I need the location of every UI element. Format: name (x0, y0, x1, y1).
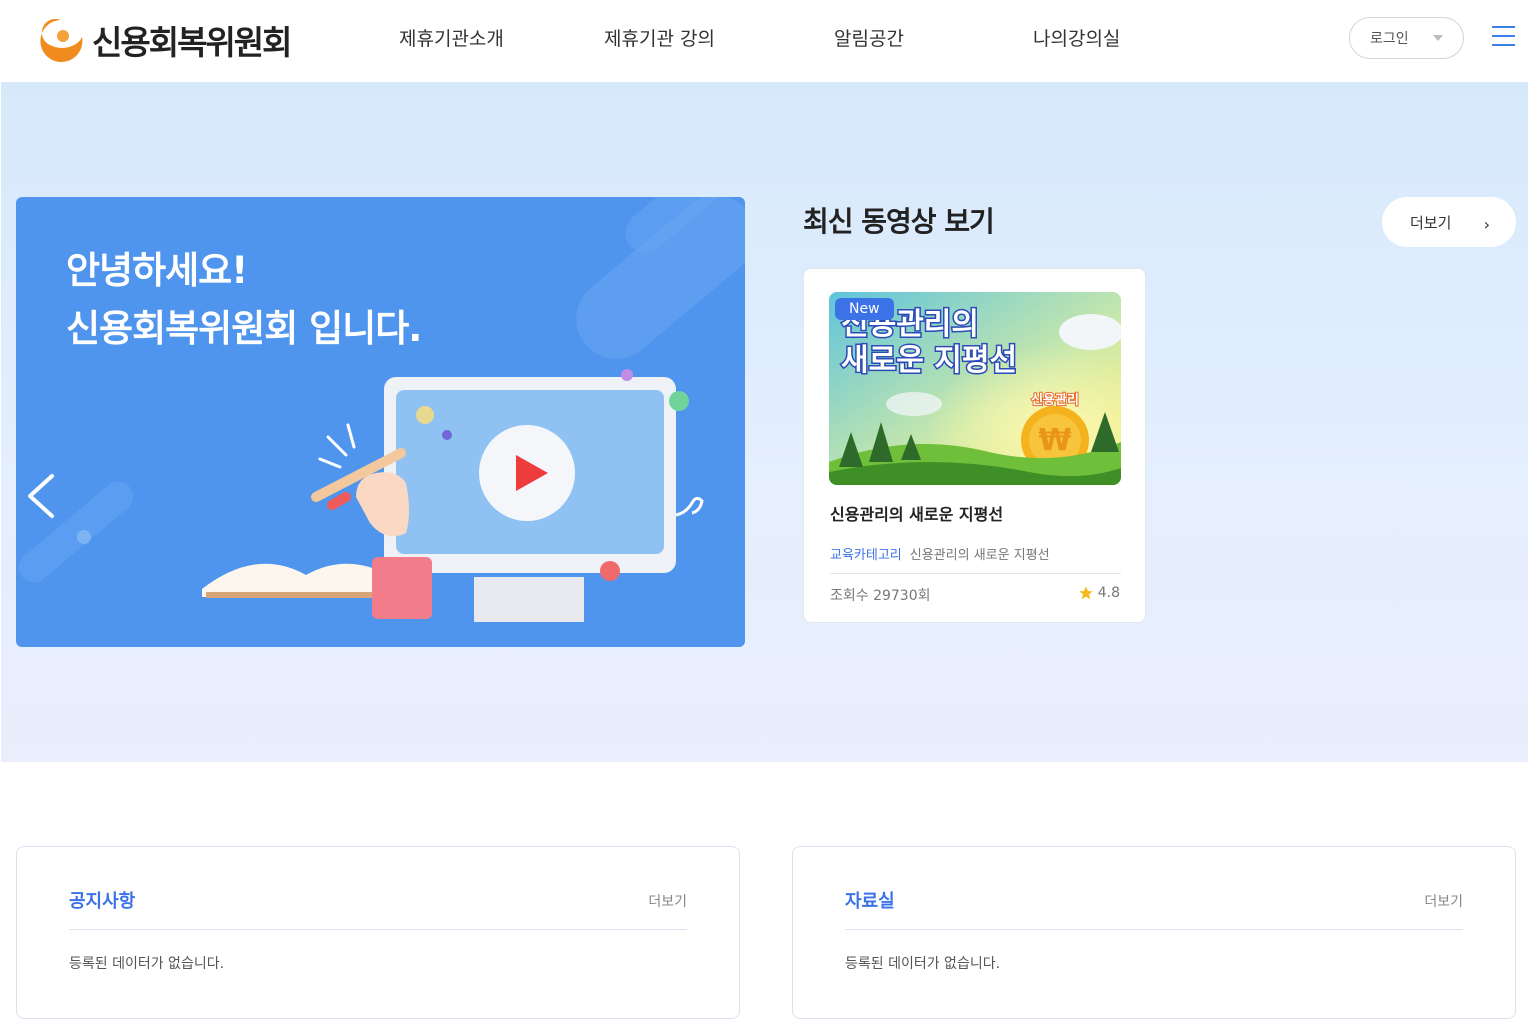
site-logo[interactable]: 신용회복위원회 (36, 14, 293, 66)
notice-board-title[interactable]: 공지사항 (69, 887, 135, 913)
board-divider (845, 929, 1463, 930)
nav-item-my-classroom[interactable]: 나의강의실 (1033, 24, 1120, 51)
nav-item-partner-intro[interactable]: 제휴기관소개 (399, 24, 504, 51)
archive-more-link[interactable]: 더보기 (1424, 891, 1463, 911)
latest-videos-title: 최신 동영상 보기 (803, 205, 995, 238)
chevron-left-icon[interactable] (24, 472, 58, 520)
video-category-sub: 신용관리의 새로운 지평선 (909, 548, 1050, 563)
caret-down-icon (1433, 35, 1443, 41)
new-badge: New (835, 298, 894, 320)
login-select[interactable]: 로그인 (1349, 17, 1464, 59)
banner-line-2: 신용회복위원회 입니다. (66, 307, 422, 350)
video-title[interactable]: 신용관리의 새로운 지평선 (830, 501, 1003, 525)
video-meta: 교육카테고리 신용관리의 새로운 지평선 (830, 544, 1050, 563)
archive-board: 자료실 더보기 등록된 데이터가 없습니다. (792, 846, 1516, 1019)
notice-more-link[interactable]: 더보기 (648, 891, 687, 911)
video-rating: 4.8 (1078, 585, 1120, 601)
video-card[interactable]: ₩ 신용관리의 새로운 지평선 신용관리 New 신용관리의 새로운 지평선 교… (803, 268, 1146, 623)
thumb-title-line-2: 새로운 지평선 (841, 343, 1017, 378)
notice-board: 공지사항 더보기 등록된 데이터가 없습니다. (16, 846, 740, 1019)
board-divider (69, 929, 687, 930)
videos-more-label: 더보기 (1410, 213, 1452, 232)
card-divider (830, 573, 1121, 574)
video-views: 조회수 29730회 (830, 588, 931, 604)
logo-mark-icon (40, 18, 83, 62)
svg-text:₩: ₩ (1038, 423, 1071, 458)
video-category: 교육카테고리 (830, 548, 902, 563)
thumb-tag: 신용관리 (1031, 392, 1079, 408)
nav-item-partner-lecture[interactable]: 제휴기관 강의 (604, 24, 715, 51)
archive-empty-message: 등록된 데이터가 없습니다. (845, 956, 1001, 972)
star-icon (1079, 586, 1093, 600)
notice-empty-message: 등록된 데이터가 없습니다. (69, 956, 225, 972)
login-label: 로그인 (1370, 31, 1409, 47)
logo-text: 신용회복위원회 (92, 23, 293, 62)
banner-title: 안녕하세요! 신용회복위원회 입니다. (66, 242, 422, 358)
hamburger-menu-icon[interactable] (1492, 26, 1515, 46)
main-banner[interactable]: 안녕하세요! 신용회복위원회 입니다. (16, 197, 745, 647)
video-thumbnail[interactable]: ₩ 신용관리의 새로운 지평선 신용관리 New (829, 292, 1121, 485)
thumbnail-illustration: ₩ 신용관리의 새로운 지평선 신용관리 (829, 292, 1121, 485)
banner-line-1: 안녕하세요! (66, 249, 248, 292)
nav-item-notice-space[interactable]: 알림공간 (834, 24, 904, 51)
site-header: 신용회복위원회 제휴기관소개 제휴기관 강의 알림공간 나의강의실 로그인 (0, 0, 1528, 82)
archive-board-title[interactable]: 자료실 (845, 887, 895, 913)
rating-value: 4.8 (1097, 585, 1120, 601)
chevron-right-icon: › (1483, 215, 1490, 234)
videos-more-button[interactable]: 더보기 › (1382, 197, 1516, 247)
